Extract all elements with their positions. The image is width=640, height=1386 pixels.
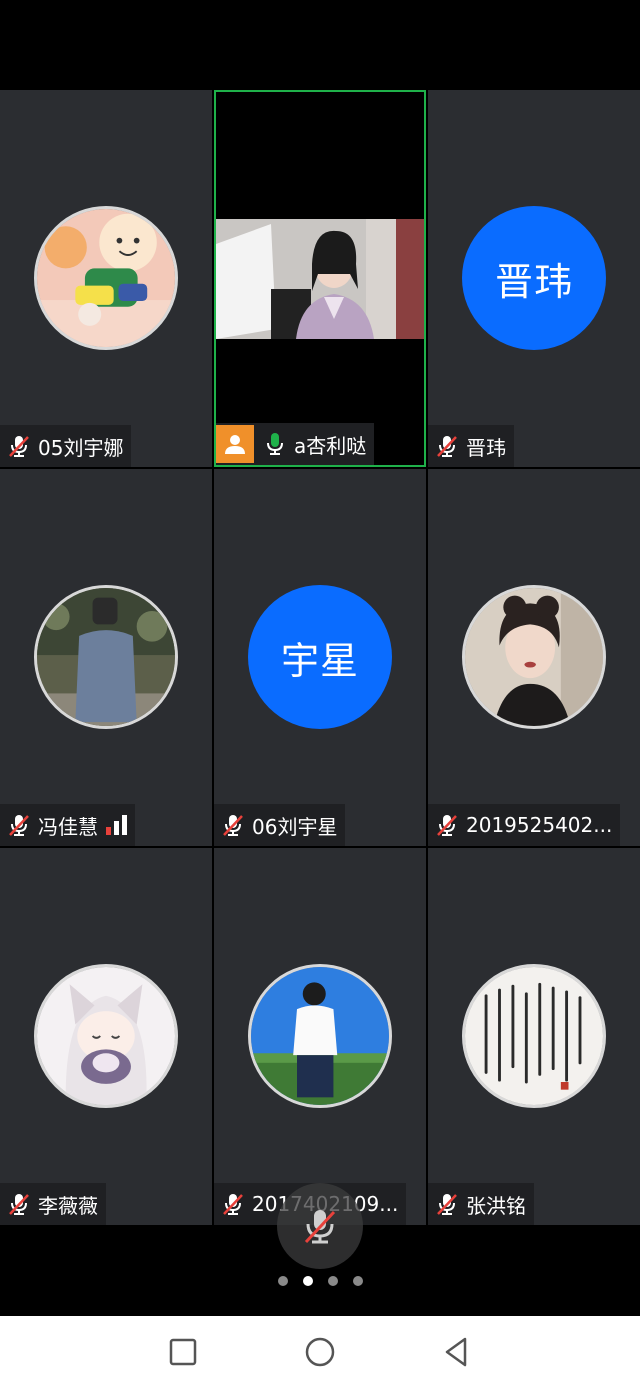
name-bar: 晋玮 [428,425,514,467]
person-icon [216,425,254,463]
mic-muted-icon [434,812,460,838]
name-bar: 06刘宇星 [214,804,346,846]
square-icon [169,1338,197,1366]
name-bar: 张洪铭 [428,1183,534,1225]
recents-button[interactable] [163,1332,203,1372]
mute-toggle-button[interactable] [277,1183,363,1269]
participant-tile-active[interactable]: a杏利哒 [214,90,426,467]
participant-name: a杏利哒 [294,433,367,458]
participant-name: 2019525402... [466,813,613,837]
initials-avatar: 晋玮 [462,206,606,350]
circle-icon [305,1337,335,1367]
home-button[interactable] [300,1332,340,1372]
participant-tile[interactable]: 05刘宇娜 [0,90,212,467]
avatar [462,964,606,1108]
participant-tile[interactable]: 2017402109... [214,848,426,1225]
avatar [34,206,178,350]
page-dot[interactable] [277,1276,288,1286]
video-feed [216,219,424,339]
mic-muted-icon [434,1191,460,1217]
name-bar: 冯佳慧 [0,804,135,846]
participant-grid: 05刘宇娜 a杏利哒 晋玮 晋玮 冯佳慧 宇星 06刘宇星 2019525402… [0,90,640,1226]
page-dot[interactable] [327,1276,338,1286]
participant-name: 李薇薇 [38,1193,98,1218]
participant-name: 冯佳慧 [38,814,98,839]
mic-icon [262,431,288,457]
participant-tile[interactable]: 2019525402... [428,469,640,846]
name-bar: 05刘宇娜 [0,425,132,467]
page-indicator[interactable] [0,1276,640,1292]
signal-bars-icon [106,815,127,835]
name-bar: 李薇薇 [0,1183,106,1225]
avatar [34,585,178,729]
name-bar: a杏利哒 [216,423,375,465]
mic-muted-icon [434,433,460,459]
participant-name: 05刘宇娜 [38,435,124,460]
mic-muted-icon [304,1210,336,1244]
name-bar: 2019525402... [428,804,621,846]
page-dot[interactable] [352,1276,363,1286]
mic-muted-icon [6,433,32,459]
participant-name: 06刘宇星 [252,814,338,839]
back-button[interactable] [437,1332,477,1372]
mic-muted-icon [6,1191,32,1217]
participant-name: 晋玮 [466,435,506,460]
initials-avatar: 宇星 [248,585,392,729]
avatar [462,585,606,729]
participant-tile[interactable]: 宇星 06刘宇星 [214,469,426,846]
avatar [34,964,178,1108]
participant-tile[interactable]: 张洪铭 [428,848,640,1225]
mic-muted-icon [220,812,246,838]
participant-tile[interactable]: 冯佳慧 [0,469,212,846]
back-triangle-icon [445,1337,467,1367]
avatar [248,964,392,1108]
participant-tile[interactable]: 李薇薇 [0,848,212,1225]
mic-muted-icon [220,1191,246,1217]
participant-name: 张洪铭 [466,1193,526,1218]
participant-tile[interactable]: 晋玮 晋玮 [428,90,640,467]
mic-muted-icon [6,812,32,838]
page-dot-current[interactable] [302,1276,313,1286]
system-nav-bar [0,1316,640,1386]
